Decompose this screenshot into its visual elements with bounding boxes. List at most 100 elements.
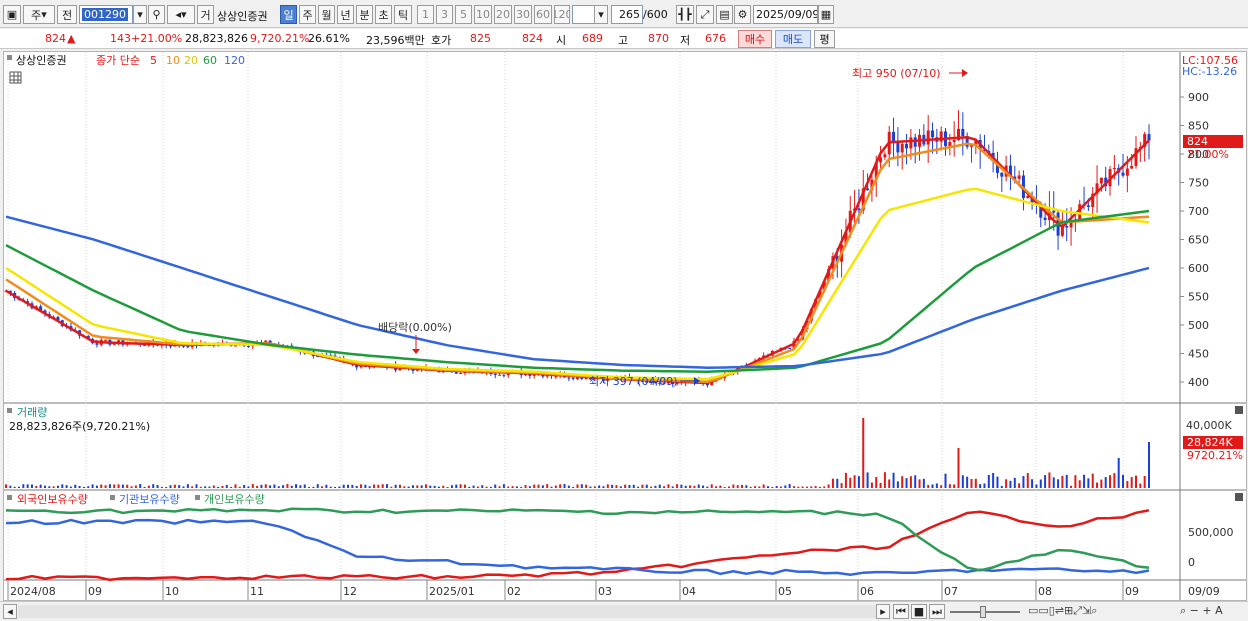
interval-120[interactable]: 120 <box>554 5 570 24</box>
x-label-1: 09 <box>88 585 102 598</box>
candle-body <box>1052 210 1056 213</box>
volume-bar <box>204 486 207 488</box>
volume-bar <box>256 485 259 488</box>
period-minute[interactable]: 분 <box>356 5 373 24</box>
rewind-icon[interactable]: ⏮ <box>893 604 909 619</box>
volume-bar <box>922 478 925 488</box>
period-week[interactable]: 주 <box>299 5 316 24</box>
interval-3[interactable]: 3 <box>436 5 453 24</box>
volume-panel-handle-icon[interactable] <box>7 408 12 413</box>
calendar-icon[interactable]: ▦ <box>818 5 834 24</box>
holding-panel-handle-icon[interactable] <box>7 495 12 500</box>
volume-bar <box>550 486 553 488</box>
volume-bar <box>420 485 423 488</box>
high-label: 고 <box>618 34 629 47</box>
interval-10[interactable]: 10 <box>474 5 492 24</box>
quote-bar: 824 ▲ 143 +21.00% 28,823,826 9,720.21% 2… <box>0 29 1248 49</box>
holding-close-icon[interactable] <box>1235 493 1243 501</box>
volume-bar <box>43 485 46 488</box>
volume-bar <box>1091 473 1094 488</box>
interval-20[interactable]: 20 <box>494 5 512 24</box>
volume-bar <box>139 484 142 488</box>
buy-button[interactable]: 매수 <box>738 30 772 48</box>
volume-bar <box>325 484 328 488</box>
volume-bar <box>624 484 627 488</box>
volume-bar <box>1057 479 1060 488</box>
volume-bar <box>234 484 237 488</box>
volume-bar <box>905 478 908 488</box>
gear-icon[interactable]: ⚙ <box>734 5 751 24</box>
sell-button[interactable]: 매도 <box>775 30 811 48</box>
volume-bar <box>628 485 631 488</box>
volume-bar <box>290 485 293 488</box>
volume-bar <box>100 484 103 488</box>
volume-bar <box>567 485 570 488</box>
volume-bar <box>394 484 397 488</box>
chart-canvas[interactable]: 900850800750700650600550500450400 2024/0… <box>4 52 1246 600</box>
save-icon[interactable]: ▤ <box>716 5 733 24</box>
period-month[interactable]: 월 <box>318 5 335 24</box>
interval-1[interactable]: 1 <box>417 5 434 24</box>
volume-bar <box>710 484 713 488</box>
scrollbar-track[interactable] <box>18 605 876 618</box>
volume-bar <box>931 484 934 488</box>
volume-bar <box>589 486 592 488</box>
zoom-controls-icon[interactable]: ⌕ − + A <box>1180 604 1223 618</box>
interval-5[interactable]: 5 <box>455 5 472 24</box>
x-label-13: 09 <box>1125 585 1139 598</box>
forward-icon[interactable]: ⏭ <box>929 604 945 619</box>
table-icon[interactable] <box>9 71 22 84</box>
eval-button[interactable]: 평 <box>814 30 835 48</box>
volume-bar <box>836 478 839 488</box>
volume-bar <box>95 485 98 488</box>
candle-body <box>233 345 237 347</box>
volume-bar <box>1026 473 1029 488</box>
count-input[interactable]: 265 <box>611 5 643 24</box>
candle-body <box>961 128 965 137</box>
stock-code-input[interactable]: 001290 <box>79 5 133 24</box>
sound-dropdown-icon[interactable]: ◂▾ <box>167 5 195 24</box>
period-day[interactable]: 일 <box>280 5 297 24</box>
volume-bar <box>1135 475 1138 488</box>
zoom-slider-handle[interactable] <box>980 606 986 618</box>
stop-icon[interactable]: ■ <box>911 604 927 619</box>
period-year[interactable]: 년 <box>337 5 354 24</box>
chart-area[interactable]: 900 850 800 750 700 650 600 550 500 450 400 2024/0… <box>3 51 1247 601</box>
volume-bar <box>810 486 813 488</box>
volume-bar <box>502 484 505 488</box>
period-second[interactable]: 초 <box>375 5 392 24</box>
period-tick[interactable]: 틱 <box>394 5 412 24</box>
custom-interval-dropdown-icon[interactable]: ▾ <box>594 5 608 24</box>
volume-bar <box>775 485 778 488</box>
volume-bar <box>983 483 986 488</box>
x-end-label: 09/09 <box>1188 585 1220 598</box>
stock-code-dropdown-icon[interactable]: ▾ <box>133 5 147 24</box>
candle-type-icon[interactable]: ┫┣ <box>676 5 694 24</box>
volume-bar <box>17 486 20 488</box>
volume-bar <box>182 486 185 488</box>
legend-individual: 개인보유수량 <box>204 493 265 506</box>
interval-30[interactable]: 30 <box>514 5 532 24</box>
period-type-select[interactable]: 주 ▾ <box>23 5 55 24</box>
scroll-right-icon[interactable]: ▸ <box>876 604 890 619</box>
volume-bar <box>373 484 376 488</box>
volume-bar <box>126 484 129 488</box>
volume-bar <box>654 485 657 488</box>
volume-close-icon[interactable] <box>1235 406 1243 414</box>
draw-tool-icon[interactable]: ⤢ <box>696 5 714 24</box>
scroll-left-icon[interactable]: ◂ <box>3 604 17 619</box>
view-tools-icon[interactable]: ▭▭▯⇌⊞⤢⇲⌕ <box>1028 604 1097 618</box>
gu-button[interactable]: 거 <box>197 5 214 24</box>
layout-icon[interactable]: ▣ <box>3 5 21 24</box>
x-label-8: 04 <box>682 585 696 598</box>
prev-button[interactable]: 전 <box>57 5 77 24</box>
volume-bar <box>689 485 692 488</box>
search-icon[interactable]: ⚲ <box>148 5 165 24</box>
interval-60[interactable]: 60 <box>534 5 552 24</box>
volume-bar <box>533 484 536 488</box>
turnover: 26.61% <box>308 32 350 45</box>
date-input[interactable]: 2025/09/09 <box>753 5 818 24</box>
volume-bar <box>212 485 215 488</box>
volume-bar <box>156 485 159 488</box>
panel-handle-icon[interactable] <box>7 55 12 60</box>
